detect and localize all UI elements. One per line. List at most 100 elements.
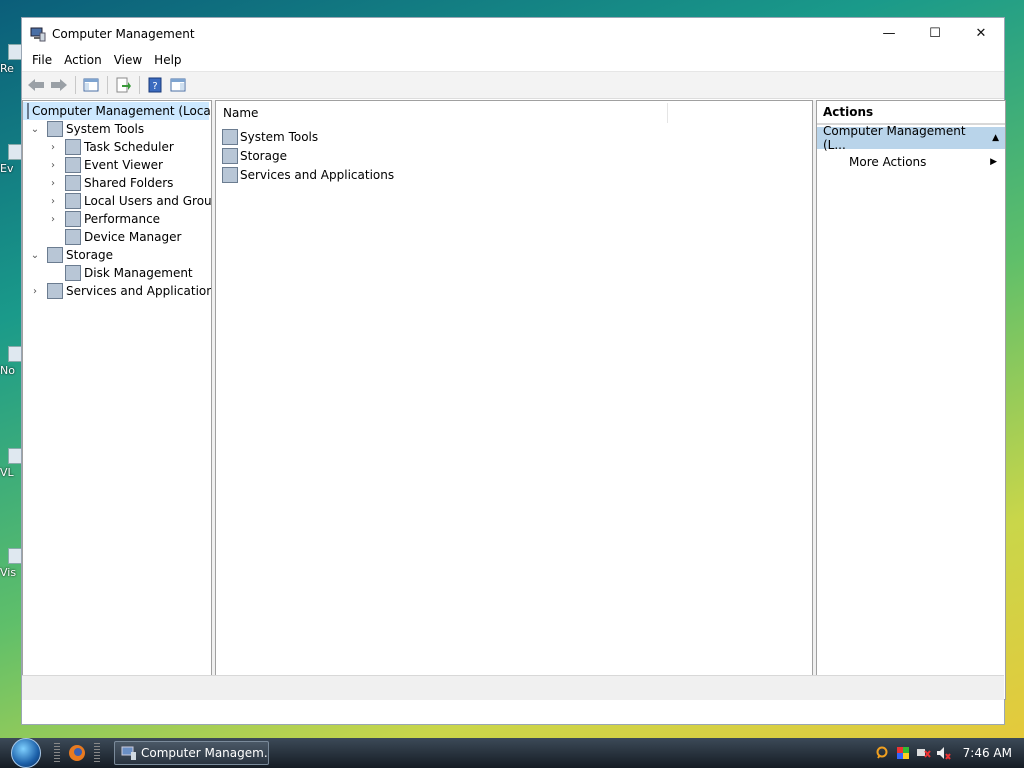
expand-right-icon[interactable]: › (47, 214, 59, 225)
expand-right-icon[interactable]: › (29, 286, 41, 297)
tree-item-shared-folders[interactable]: › Shared Folders (47, 174, 173, 192)
computer-management-window: Computer Management — ☐ ✕ File Action Vi… (21, 17, 1006, 725)
windows-logo-icon (11, 738, 41, 768)
event-viewer-icon (65, 157, 81, 173)
tree-item-label: Task Scheduler (84, 140, 174, 154)
storage-icon (222, 147, 238, 164)
menu-view[interactable]: View (108, 53, 148, 67)
more-actions-label: More Actions (849, 155, 927, 169)
expand-right-icon[interactable]: › (47, 178, 59, 189)
svg-text:?: ? (152, 81, 157, 92)
services-applications-icon (47, 283, 63, 299)
system-tools-icon (47, 121, 63, 137)
tree-item-label: Event Viewer (84, 158, 163, 172)
desktop-shortcut-icon (8, 548, 22, 564)
list-item[interactable]: Services and Applications (222, 165, 394, 184)
help-icon: ? (148, 77, 162, 93)
tree-item-task-scheduler[interactable]: › Task Scheduler (47, 138, 174, 156)
search-icon[interactable] (875, 745, 891, 761)
security-shield-icon[interactable] (895, 745, 911, 761)
submenu-arrow-icon: ▶ (990, 157, 997, 167)
export-list-button[interactable] (112, 74, 134, 96)
actions-section-computer-management[interactable]: Computer Management (L... ▲ (817, 124, 1005, 152)
back-arrow-icon (28, 79, 44, 91)
network-icon[interactable] (915, 745, 931, 761)
start-button[interactable] (6, 738, 46, 768)
tree-item-system-tools[interactable]: ⌄ System Tools (29, 120, 144, 138)
column-header-name[interactable]: Name (216, 103, 668, 123)
tree-item-storage[interactable]: ⌄ Storage (29, 246, 113, 264)
tree-item-label: Shared Folders (84, 176, 174, 190)
close-button[interactable]: ✕ (958, 18, 1004, 49)
volume-muted-icon[interactable] (935, 745, 951, 761)
taskbar-button-label: Computer Managem... (141, 746, 269, 760)
menu-file[interactable]: File (26, 53, 58, 67)
toolbar-separator (107, 76, 108, 94)
clock[interactable]: 7:46 AM (963, 746, 1012, 760)
toolbar-separator (139, 76, 140, 94)
results-pane: Name System Tools Storage Services and App… (215, 100, 813, 700)
actions-pane: Actions Computer Management (L... ▲ More… (816, 100, 1006, 700)
taskbar: Computer Managem... 7:46 AM (0, 738, 1024, 768)
toolbar: ? (22, 72, 1004, 99)
expand-down-icon[interactable]: ⌄ (29, 250, 41, 261)
system-tools-icon (222, 128, 238, 145)
desktop-shortcut-icon (8, 346, 22, 362)
desktop-icon-fragment[interactable]: Re (0, 44, 22, 75)
list-item[interactable]: Storage (222, 146, 287, 165)
expand-right-icon[interactable]: › (47, 142, 59, 153)
tree-item-label: Performance (84, 212, 161, 226)
storage-icon (47, 247, 63, 263)
forward-button[interactable] (48, 74, 70, 96)
desktop-icon-fragment[interactable]: VL (0, 448, 22, 479)
expand-down-icon[interactable]: ⌄ (29, 124, 41, 135)
desktop-shortcut-icon (8, 144, 22, 160)
list-item-label: Services and Applications (240, 167, 395, 182)
expand-right-icon[interactable]: › (47, 196, 59, 207)
taskbar-button-computer-management[interactable]: Computer Managem... (114, 741, 269, 765)
firefox-icon[interactable] (68, 744, 86, 762)
tree-item-services-and-applications[interactable]: › Services and Applications (29, 282, 212, 300)
taskbar-grip[interactable] (94, 743, 100, 763)
collapse-up-icon: ▲ (992, 133, 999, 143)
tree-item-event-viewer[interactable]: › Event Viewer (47, 156, 163, 174)
tree-item-label: Disk Management (84, 266, 193, 280)
disk-management-icon (65, 265, 81, 281)
tree-item-label: Services and Applications (66, 284, 212, 298)
list-item[interactable]: System Tools (222, 127, 318, 146)
status-bar (22, 675, 1004, 700)
show-hide-console-tree-button[interactable] (80, 74, 102, 96)
tree-item-local-users-and-groups[interactable]: › Local Users and Groups (47, 192, 212, 210)
menu-action[interactable]: Action (58, 53, 108, 67)
back-button[interactable] (25, 74, 47, 96)
desktop-icon-fragment[interactable]: Vis (0, 548, 22, 579)
desktop-icon-fragment[interactable]: No (0, 346, 22, 377)
tree-item-label: Local Users and Groups (84, 194, 212, 208)
tree-item-performance[interactable]: › Performance (47, 210, 160, 228)
tree-item-computer-management-local[interactable]: Computer Management (Local (23, 102, 212, 120)
title-bar[interactable]: Computer Management — ☐ ✕ (22, 18, 1004, 49)
expand-right-icon[interactable]: › (47, 160, 59, 171)
column-header-row: Name (216, 101, 812, 126)
desktop-shortcut-icon (8, 44, 22, 60)
desktop-shortcut-icon (8, 448, 22, 464)
list-item-label: Storage (240, 148, 287, 163)
menu-bar: File Action View Help (22, 49, 1004, 72)
console-tree: Computer Management (Local ⌄ System Tools ›… (22, 100, 212, 700)
tree-item-label: System Tools (66, 122, 145, 136)
show-hide-action-pane-button[interactable] (167, 74, 189, 96)
desktop-icon-fragment[interactable]: Ev (0, 144, 22, 175)
tree-item-label: Storage (66, 248, 113, 262)
help-button[interactable]: ? (144, 74, 166, 96)
tree-item-label: Computer Management (Local (32, 104, 212, 118)
tree-item-disk-management[interactable]: Disk Management (47, 264, 193, 282)
more-actions-item[interactable]: More Actions ▶ (817, 151, 1005, 173)
export-list-icon (116, 77, 131, 93)
menu-help[interactable]: Help (148, 53, 187, 67)
console-tree-icon (83, 78, 99, 92)
maximize-button[interactable]: ☐ (912, 18, 958, 49)
tree-item-device-manager[interactable]: Device Manager (47, 228, 181, 246)
forward-arrow-icon (51, 79, 67, 91)
taskbar-grip[interactable] (54, 743, 60, 763)
minimize-button[interactable]: — (866, 18, 912, 49)
